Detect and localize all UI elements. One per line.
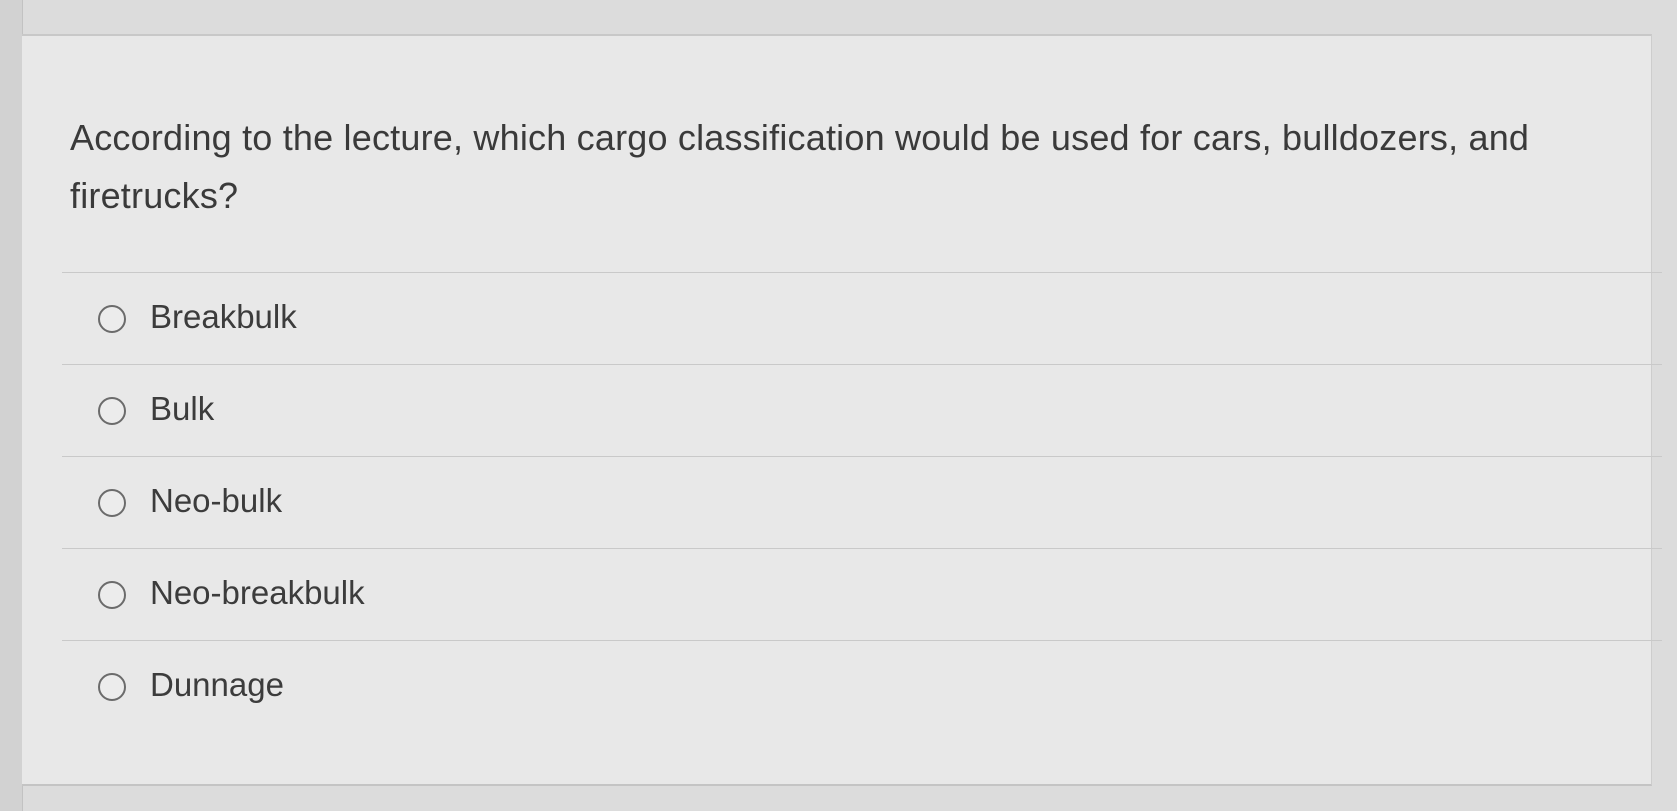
radio-button[interactable] — [98, 581, 126, 609]
option-bulk[interactable]: Bulk — [62, 364, 1662, 456]
question-card: According to the lecture, which cargo cl… — [22, 34, 1662, 786]
option-neo-breakbulk[interactable]: Neo-breakbulk — [62, 548, 1662, 640]
option-breakbulk[interactable]: Breakbulk — [62, 272, 1662, 364]
answer-options: Breakbulk Bulk Neo-bulk Neo-breakbulk Du… — [62, 272, 1662, 732]
left-panel-edge — [0, 0, 23, 811]
option-dunnage[interactable]: Dunnage — [62, 640, 1662, 732]
radio-button[interactable] — [98, 305, 126, 333]
option-label[interactable]: Dunnage — [150, 665, 284, 705]
radio-button[interactable] — [98, 397, 126, 425]
option-label[interactable]: Bulk — [150, 389, 214, 429]
option-neo-bulk[interactable]: Neo-bulk — [62, 456, 1662, 548]
option-label[interactable]: Breakbulk — [150, 297, 297, 337]
option-label[interactable]: Neo-breakbulk — [150, 573, 365, 613]
radio-button[interactable] — [98, 673, 126, 701]
option-label[interactable]: Neo-bulk — [150, 481, 282, 521]
radio-button[interactable] — [98, 489, 126, 517]
question-text: According to the lecture, which cargo cl… — [70, 117, 1530, 216]
